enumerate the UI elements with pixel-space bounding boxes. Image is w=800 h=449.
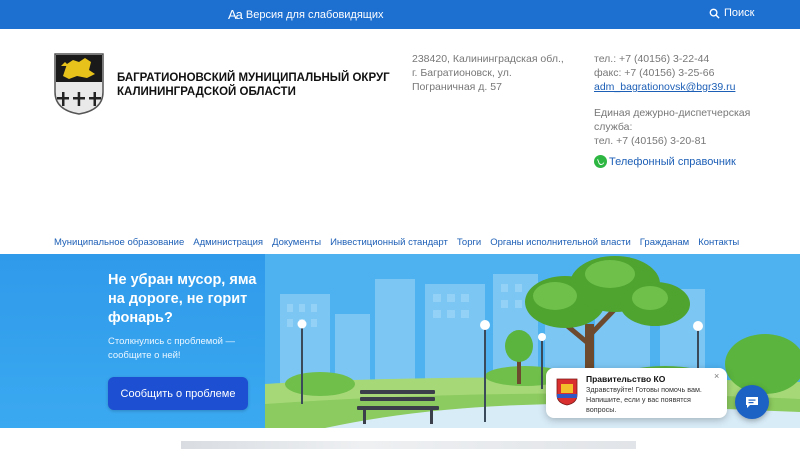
nav-item-contacts[interactable]: Контакты <box>698 237 739 248</box>
open-chat-button[interactable] <box>735 385 769 419</box>
contacts-block: тел.: +7 (40156) 3-22-44 факс: +7 (40156… <box>594 52 774 148</box>
phone-icon <box>594 155 607 168</box>
nav-item-municipality[interactable]: Муниципальное образование <box>54 237 184 248</box>
nav-item-tenders[interactable]: Торги <box>457 237 481 248</box>
duty-service-phone: тел. +7 (40156) 3-20-81 <box>594 135 707 147</box>
nav-item-executive-bodies[interactable]: Органы исполнительной власти <box>490 237 631 248</box>
kaliningrad-region-emblem-icon <box>556 378 578 406</box>
duty-service-label: Единая дежурно-диспетчерская служба: <box>594 107 751 133</box>
nav-item-investment-standard[interactable]: Инвестиционный стандарт <box>330 237 448 248</box>
search-icon <box>709 8 720 19</box>
banner-title: Не убран мусор, яма на дороге, не горит … <box>108 272 257 326</box>
close-icon[interactable]: × <box>714 371 719 381</box>
phonebook-label: Телефонный справочник <box>609 155 736 168</box>
nav-item-citizens[interactable]: Гражданам <box>640 237 689 248</box>
low-vision-version-link[interactable]: Aa Версия для слабовидящих <box>228 7 384 22</box>
font-size-icon: Aa <box>228 7 243 22</box>
low-vision-label: Версия для слабовидящих <box>245 8 384 21</box>
fax-number: факс: +7 (40156) 3-25-66 <box>594 67 715 79</box>
banner-subtitle: Столкнулись с проблемой — сообщите о ней… <box>108 336 236 361</box>
coat-of-arms-logo[interactable] <box>53 52 105 116</box>
search-label: Поиск <box>724 7 755 19</box>
chat-message: Здравствуйте! Готовы помочь вам. Напишит… <box>586 385 702 414</box>
nav-item-documents[interactable]: Документы <box>272 237 321 248</box>
chat-title: Правительство КО <box>586 374 666 384</box>
phone-number: тел.: +7 (40156) 3-22-44 <box>594 53 710 65</box>
phonebook-link[interactable]: Телефонный справочник <box>594 155 736 168</box>
organization-name[interactable]: БАГРАТИОНОВСКИЙ МУНИЦИПАЛЬНЫЙ ОКРУГ КАЛИ… <box>117 71 397 99</box>
email-link[interactable]: adm_bagrationovsk@bgr39.ru <box>594 80 774 94</box>
news-image-placeholder <box>181 441 636 449</box>
accessibility-bar: Aa Версия для слабовидящих Поиск <box>0 0 800 29</box>
nav-item-administration[interactable]: Администрация <box>193 237 263 248</box>
chat-bubble-icon <box>746 397 758 408</box>
search-button[interactable]: Поиск <box>709 7 754 19</box>
report-problem-button[interactable]: Сообщить о проблеме <box>108 377 248 410</box>
address-text: 238420, Калининградская обл., г. Баграти… <box>412 53 564 93</box>
main-navigation: Муниципальное образование Администрация … <box>54 237 748 248</box>
chat-popup[interactable]: Правительство КО Здравствуйте! Готовы по… <box>546 368 727 418</box>
